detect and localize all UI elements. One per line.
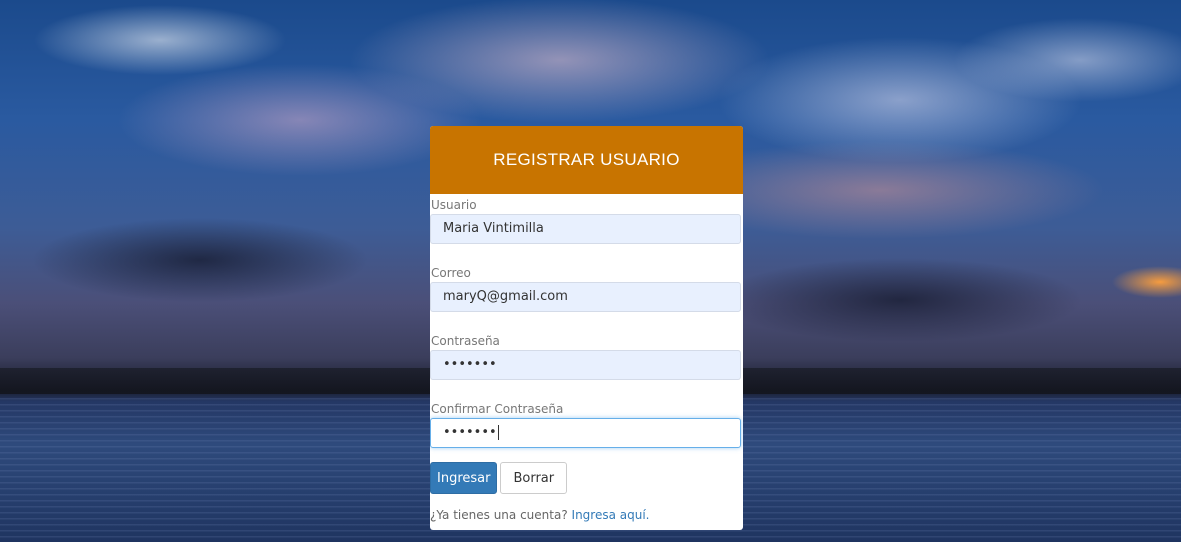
confirmar-input[interactable]: ••••••• — [430, 418, 741, 448]
contrasena-input[interactable]: ••••••• — [430, 350, 741, 380]
usuario-input[interactable]: Maria Vintimilla — [430, 214, 741, 244]
form-title: REGISTRAR USUARIO — [493, 150, 680, 169]
login-prompt-text: ¿Ya tienes una cuenta? — [430, 508, 568, 522]
login-prompt: ¿Ya tienes una cuenta? Ingresa aquí. — [430, 508, 743, 522]
borrar-button[interactable]: Borrar — [500, 462, 568, 494]
register-card: REGISTRAR USUARIO Usuario Maria Vintimil… — [430, 126, 743, 530]
correo-value: maryQ@gmail.com — [443, 289, 568, 304]
button-row: Ingresar Borrar — [430, 462, 743, 494]
text-caret — [497, 425, 499, 440]
correo-input[interactable]: maryQ@gmail.com — [430, 282, 741, 312]
contrasena-label: Contraseña — [431, 334, 500, 348]
ingresar-button[interactable]: Ingresar — [430, 462, 498, 494]
confirmar-value: ••••••• — [443, 425, 497, 440]
usuario-value: Maria Vintimilla — [443, 221, 544, 236]
usuario-label: Usuario — [431, 198, 477, 212]
contrasena-value: ••••••• — [443, 357, 497, 372]
confirmar-label: Confirmar Contraseña — [431, 402, 564, 416]
login-link[interactable]: Ingresa aquí. — [572, 508, 650, 522]
card-header: REGISTRAR USUARIO — [430, 126, 743, 194]
correo-label: Correo — [431, 266, 471, 280]
